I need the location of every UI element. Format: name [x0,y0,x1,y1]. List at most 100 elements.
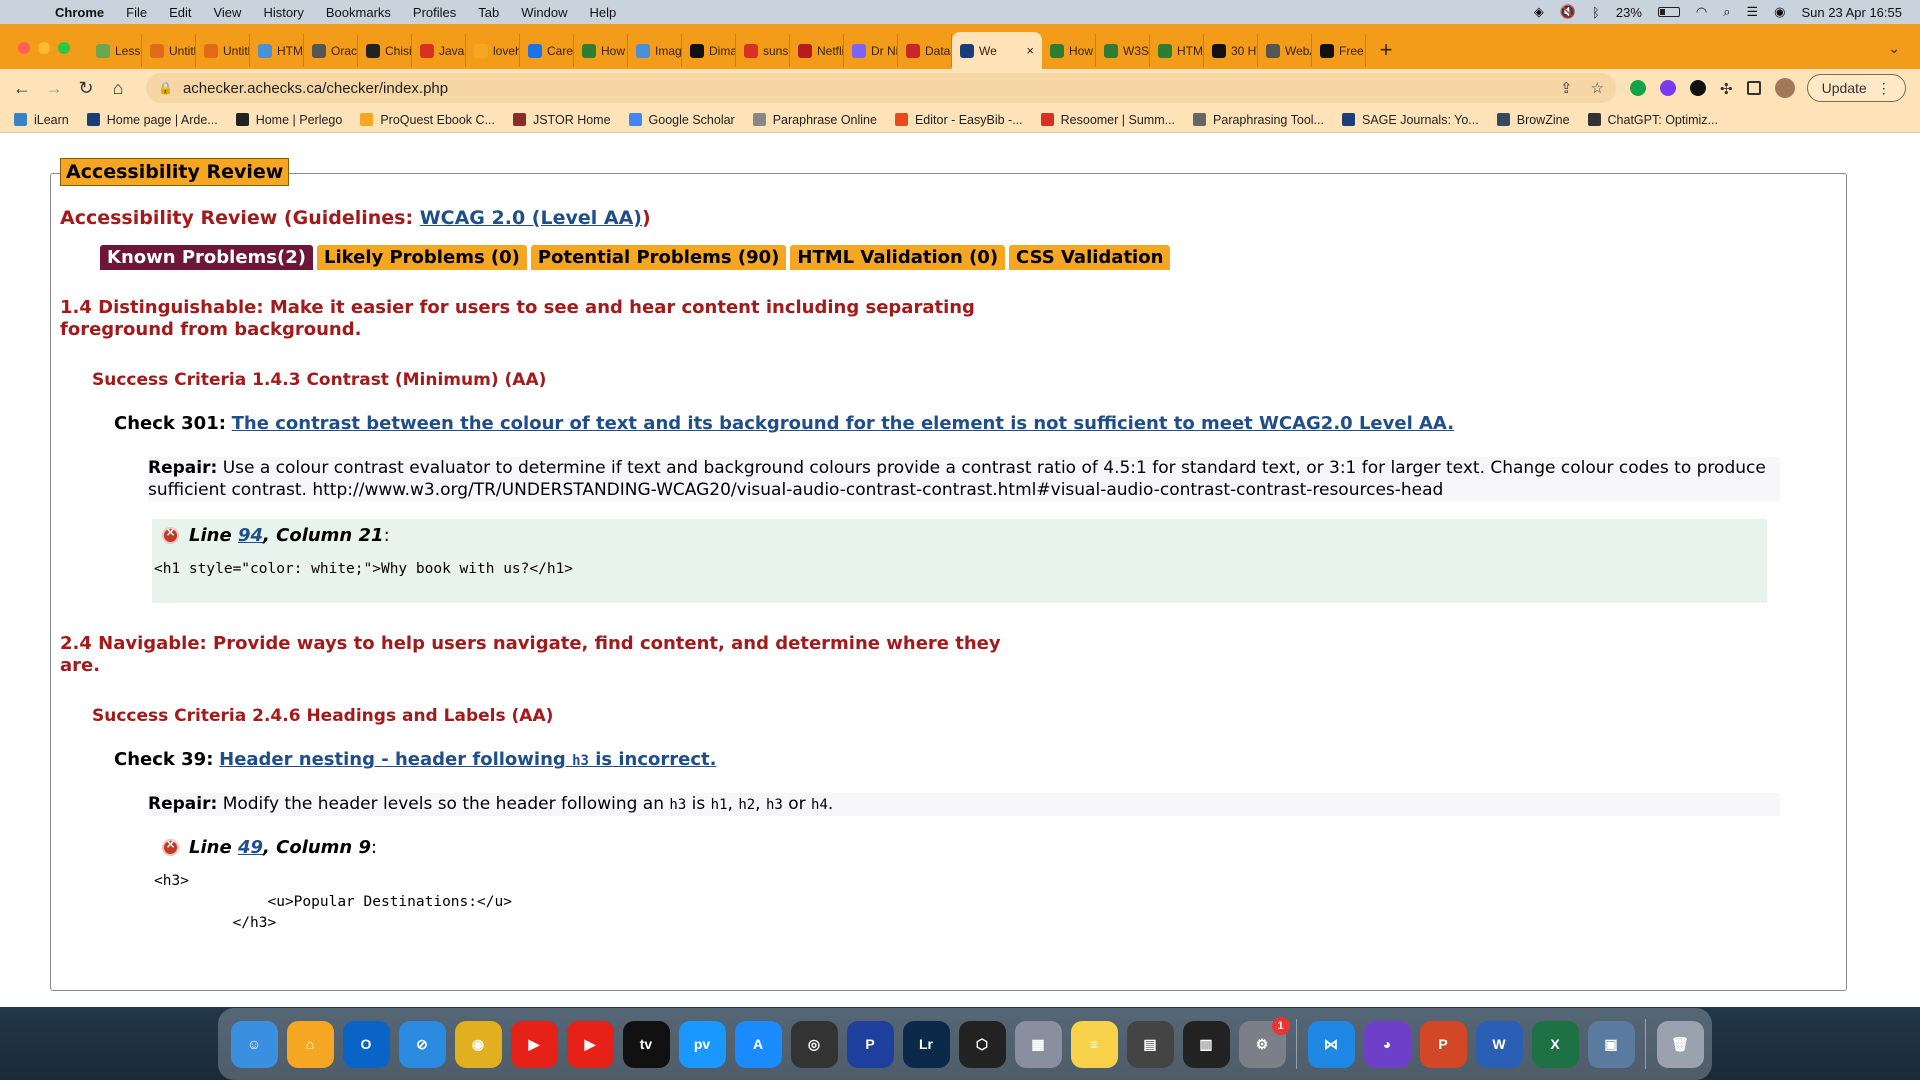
bookmark-item[interactable]: Paraphrase Online [752,113,877,127]
check-link[interactable]: The contrast between the colour of text … [232,413,1454,434]
tab-likely-problems[interactable]: Likely Problems (0) [316,245,527,270]
tab-html-validation[interactable]: HTML Validation (0) [790,245,1006,270]
menu-file[interactable]: File [115,5,158,20]
settings-icon[interactable]: ⚙ 1 [1238,1016,1290,1068]
control-center-icon[interactable]: ☰ [1747,4,1759,20]
outlook-icon[interactable]: O [342,1020,390,1068]
browser-tab[interactable]: DimaV [682,34,736,67]
browser-tab[interactable]: Lesso [88,34,142,67]
browser-tab[interactable]: Dr Nic [844,34,898,67]
spotlight-search-icon[interactable]: ⌕ [1723,4,1730,20]
check-link[interactable]: Header nesting - header following h3 is … [219,749,716,770]
notes-icon[interactable]: ≡ [1070,1020,1118,1068]
wifi-icon[interactable]: ◠ [1696,4,1707,20]
browser-tab[interactable]: Untitl [142,34,196,67]
bookmark-item[interactable]: BrowZine [1496,113,1570,127]
home-icon[interactable]: ⌂ [286,1020,334,1068]
menu-edit[interactable]: Edit [158,5,202,20]
browser-tab[interactable]: 30 HT [1204,34,1258,67]
close-window-button[interactable] [18,42,30,54]
dvd-icon[interactable]: ◎ [790,1020,838,1068]
youtube-icon[interactable]: ▶ [510,1020,558,1068]
bookmark-item[interactable]: ProQuest Ebook C... [360,113,495,127]
zoom-window-button[interactable] [58,42,70,54]
address-bar[interactable]: 🔒 achecker.achecks.ca/checker/index.php … [146,73,1616,103]
vscode-icon[interactable]: ⋈ [1307,1020,1355,1068]
menu-help[interactable]: Help [579,5,628,20]
bookmark-star-icon[interactable]: ☆ [1591,79,1604,97]
back-arrow-icon[interactable]: ← [6,78,38,99]
powerpoint-icon[interactable]: P [1419,1020,1467,1068]
lock-icon[interactable]: 🔒 [158,81,173,95]
browser-tab[interactable]: How T [1042,34,1096,67]
appstore-icon[interactable]: A [734,1020,782,1068]
tab-search-chevron-icon[interactable]: ⌄ [1888,40,1920,69]
piano-icon[interactable]: ▥ [1182,1020,1230,1068]
chrome-icon[interactable]: ◉ [454,1020,502,1068]
browser-tab[interactable]: Chisin [358,34,412,67]
preview-icon[interactable]: ▣ [1587,1020,1635,1068]
bluetooth-icon[interactable]: ᛒ [1592,5,1600,20]
paypal-icon[interactable]: P [846,1020,894,1068]
tab-css-validation[interactable]: CSS Validation [1009,245,1171,270]
mute-icon[interactable]: 🔇 [1560,4,1576,20]
browser-tab[interactable]: sunse [736,34,790,67]
menu-bookmarks[interactable]: Bookmarks [315,5,402,20]
browser-tab[interactable]: HTML [1150,34,1204,67]
vpn-icon[interactable]: ◈ [1534,4,1544,20]
wcag-guidelines-link[interactable]: WCAG 2.0 (Level AA) [420,207,642,229]
blender-icon[interactable]: ⬡ [958,1020,1006,1068]
browser-tab[interactable]: Caree [520,34,574,67]
github-icon[interactable]: ◕ [1363,1020,1411,1068]
close-tab-icon[interactable]: × [1026,43,1034,58]
bookmark-item[interactable]: ChatGPT: Optimiz... [1587,113,1718,127]
browser-tab[interactable]: WebA [1258,34,1312,67]
player-icon[interactable]: ▶ [566,1020,614,1068]
bookmark-item[interactable]: Google Scholar [628,113,735,127]
profile-avatar[interactable] [1774,78,1795,98]
browser-tab[interactable]: Free C [1312,34,1366,67]
word-icon[interactable]: W [1475,1020,1523,1068]
minimize-window-button[interactable] [38,42,50,54]
browser-tab[interactable]: We × [952,32,1042,69]
calculator-icon[interactable]: ▤ [1126,1020,1174,1068]
safari-icon[interactable]: ⊘ [398,1020,446,1068]
url-text[interactable]: achecker.achecks.ca/checker/index.php [183,80,448,97]
tab-potential-problems[interactable]: Potential Problems (90) [530,245,787,270]
bookmark-item[interactable]: iLearn [14,113,69,127]
update-button[interactable]: Update ⋮ [1806,74,1906,102]
browser-tab[interactable]: Netfli [790,34,844,67]
lightroom-icon[interactable]: Lr [902,1020,950,1068]
bookmark-item[interactable]: Editor - EasyBib -... [894,113,1023,127]
menu-history[interactable]: History [252,5,314,20]
battery-icon[interactable] [1657,7,1680,17]
browser-tab[interactable]: Image [628,34,682,67]
bookmark-item[interactable]: SAGE Journals: Yo... [1341,113,1479,127]
menu-app-name[interactable]: Chrome [44,5,115,20]
browser-tab[interactable]: Data S [898,34,952,67]
forward-arrow-icon[interactable]: → [38,78,70,99]
finder-icon[interactable]: ☺ [230,1020,278,1068]
tab-known-problems[interactable]: Known Problems(2) [100,245,313,270]
extension-icon[interactable] [1690,80,1706,96]
extension-icon[interactable] [1660,80,1676,96]
reload-icon[interactable]: ↻ [70,78,102,99]
browser-tab[interactable]: How T [574,34,628,67]
primevideo-icon[interactable]: pv [678,1020,726,1068]
clock[interactable]: Sun 23 Apr 16:55 [1802,5,1902,20]
bookmark-item[interactable]: Resoomer | Summ... [1040,113,1175,127]
menu-window[interactable]: Window [510,5,578,20]
bookmark-item[interactable]: Home | Perlego [235,113,342,127]
line-link[interactable]: 49 [238,837,263,858]
bookmark-item[interactable]: Paraphrasing Tool... [1193,113,1324,127]
browser-tab[interactable]: JavaS [412,34,466,67]
grammarly-extension-icon[interactable] [1630,80,1646,96]
trash-icon[interactable]: 🗑 [1656,1020,1704,1068]
launchpad-icon[interactable]: ▦ [1014,1020,1062,1068]
home-icon[interactable]: ⌂ [102,78,134,99]
line-link[interactable]: 94 [238,525,263,546]
excel-icon[interactable]: X [1531,1020,1579,1068]
puzzle-extensions-icon[interactable]: ✣ [1720,80,1733,98]
bookmark-item[interactable]: Home page | Arde... [86,113,218,127]
new-tab-button[interactable]: + [1366,37,1406,69]
